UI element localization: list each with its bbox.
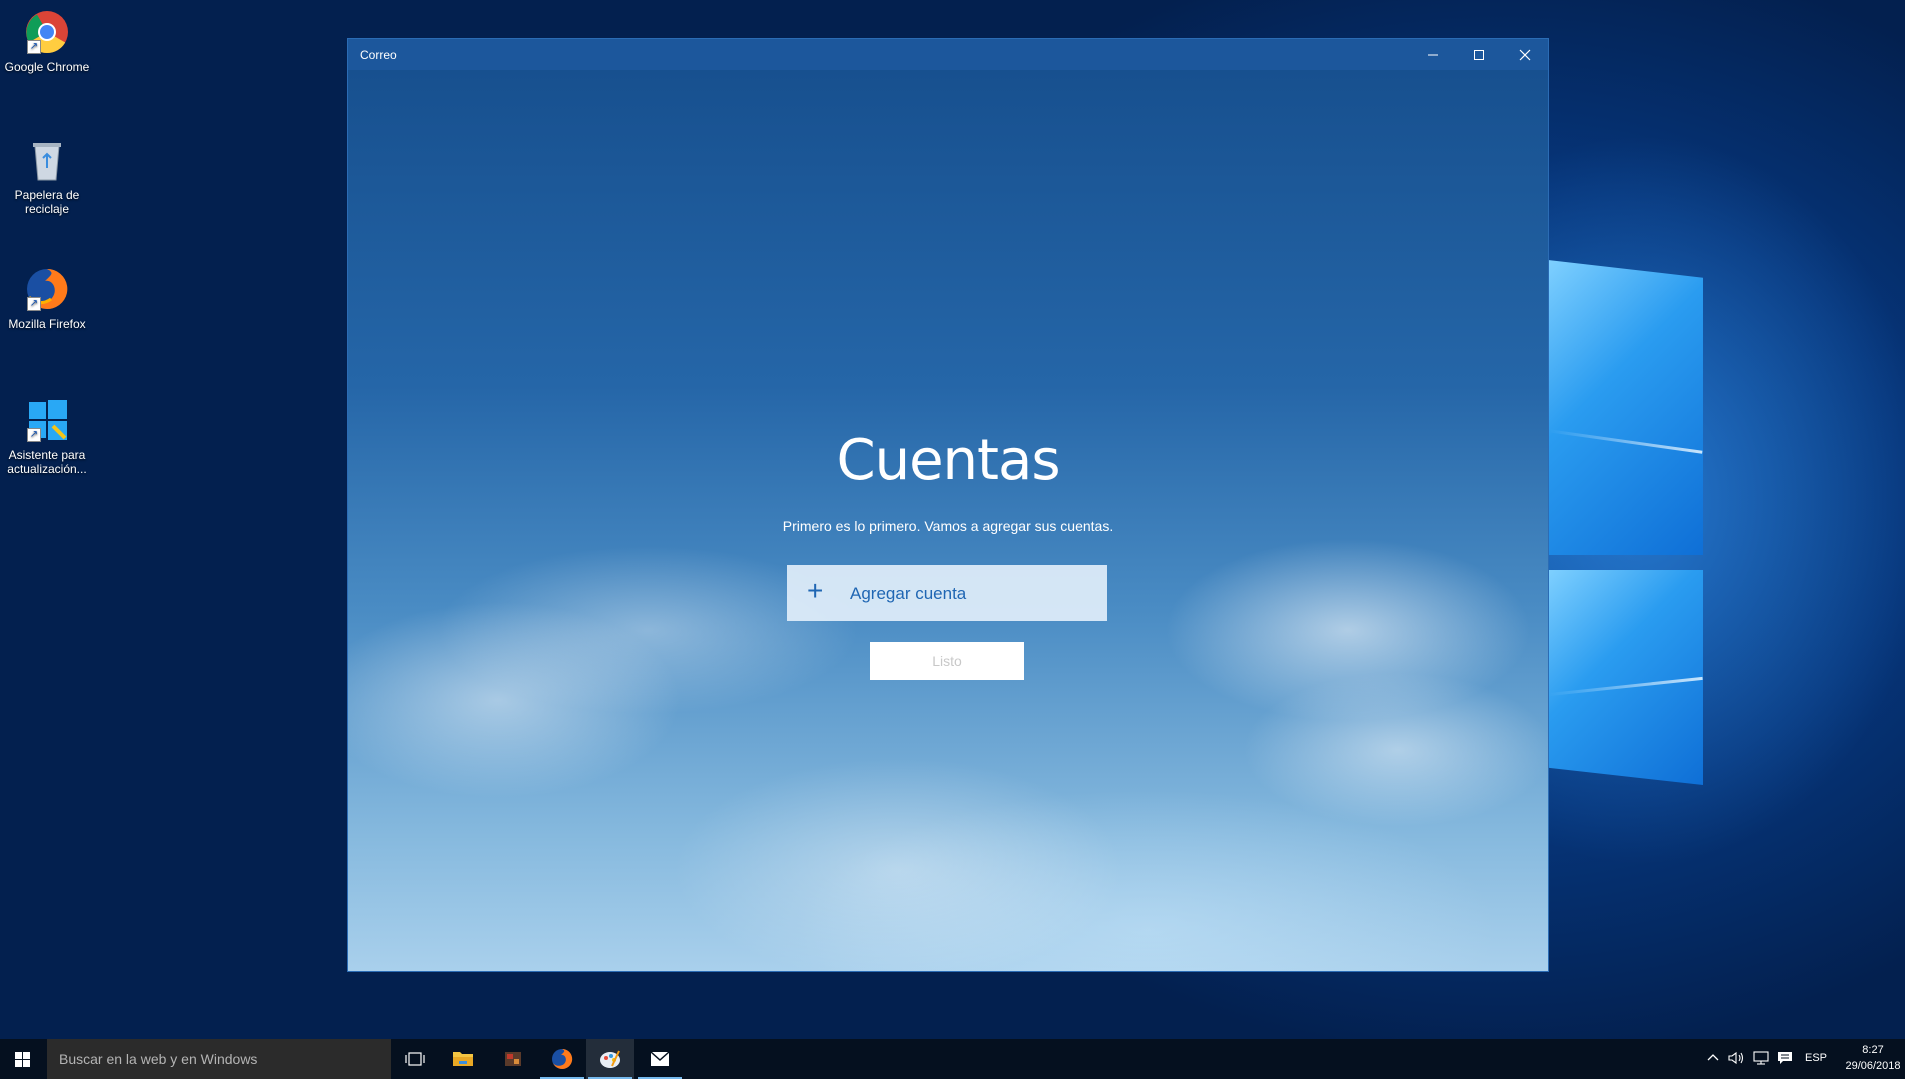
notification-icon — [1778, 1052, 1792, 1064]
minimize-icon — [1428, 54, 1438, 56]
chrome-icon: ↗ — [25, 10, 69, 54]
close-icon — [1519, 49, 1531, 61]
maximize-button[interactable] — [1456, 39, 1502, 70]
add-account-button[interactable]: + Agregar cuenta — [787, 565, 1107, 621]
maximize-icon — [1474, 50, 1484, 60]
window-title: Correo — [360, 48, 397, 62]
firefox-icon: ↗ — [25, 267, 69, 311]
firefox-taskbar-button[interactable] — [538, 1039, 586, 1079]
show-hidden-icons-button[interactable] — [1706, 1051, 1720, 1068]
desktop-icon-label: Mozilla Firefox — [8, 317, 86, 331]
mail-icon — [650, 1051, 670, 1066]
task-view-button[interactable] — [391, 1039, 439, 1079]
firefox-icon — [552, 1048, 573, 1069]
clock-date: 29/06/2018 — [1845, 1060, 1901, 1072]
desktop-icon-label: Google Chrome — [4, 60, 90, 74]
start-button[interactable] — [0, 1039, 46, 1079]
window-titlebar[interactable]: Correo — [348, 39, 1548, 70]
plus-icon: + — [807, 575, 824, 606]
shortcut-arrow-icon: ↗ — [27, 40, 41, 54]
taskbar: Buscar en la web y en Windows ESP 8:27 2… — [0, 1039, 1905, 1079]
paint-icon — [600, 1050, 620, 1068]
add-account-label: Agregar cuenta — [850, 584, 967, 603]
paint-taskbar-button[interactable] — [586, 1039, 634, 1079]
mail-app-window: Correo Cuentas Primero es lo primero. Va… — [348, 39, 1548, 971]
desktop-icon-update-assistant[interactable]: ↗ Asistente para actualización... — [0, 398, 94, 476]
desktop-icon-firefox[interactable]: ↗ Mozilla Firefox — [0, 267, 94, 331]
shortcut-arrow-icon: ↗ — [27, 428, 41, 442]
desktop-icon-label: Asistente para actualización... — [7, 448, 87, 476]
shortcut-arrow-icon: ↗ — [27, 297, 41, 311]
input-language-button[interactable]: ESP — [1805, 1052, 1827, 1064]
clock-time: 8:27 — [1862, 1044, 1884, 1056]
speaker-icon — [1728, 1051, 1744, 1065]
done-button[interactable]: Listo — [870, 642, 1024, 680]
accounts-setup-panel: Cuentas Primero es lo primero. Vamos a a… — [348, 70, 1548, 971]
chevron-up-icon — [1707, 1054, 1719, 1061]
file-explorer-button[interactable] — [439, 1039, 487, 1079]
action-center-button[interactable] — [1777, 1051, 1793, 1068]
windows-logo-pane-top — [1548, 260, 1703, 555]
minimize-button[interactable] — [1410, 39, 1456, 70]
clock[interactable]: 8:27 29/06/2018 — [1843, 1042, 1903, 1074]
close-button[interactable] — [1502, 39, 1548, 70]
app-button[interactable] — [489, 1039, 537, 1079]
page-title: Cuentas — [836, 428, 1061, 493]
task-view-icon — [405, 1052, 425, 1066]
windows-logo-pane-bottom — [1548, 570, 1703, 785]
mail-taskbar-button[interactable] — [636, 1039, 684, 1079]
desktop-icon-chrome[interactable]: ↗ Google Chrome — [0, 10, 94, 74]
recycle-bin-icon — [25, 138, 69, 182]
page-subtitle: Primero es lo primero. Vamos a agregar s… — [782, 518, 1114, 534]
desktop-icon-recycle-bin[interactable]: Papelera de reciclaje — [0, 138, 94, 216]
network-icon — [1753, 1051, 1769, 1065]
search-input[interactable]: Buscar en la web y en Windows — [47, 1039, 391, 1079]
windows-update-assistant-icon: ↗ — [25, 398, 69, 442]
folder-icon — [453, 1052, 473, 1066]
network-button[interactable] — [1753, 1051, 1771, 1068]
volume-button[interactable] — [1728, 1051, 1746, 1068]
app-icon — [505, 1052, 521, 1066]
search-placeholder: Buscar en la web y en Windows — [59, 1051, 258, 1067]
desktop-icon-label: Papelera de reciclaje — [14, 188, 80, 216]
